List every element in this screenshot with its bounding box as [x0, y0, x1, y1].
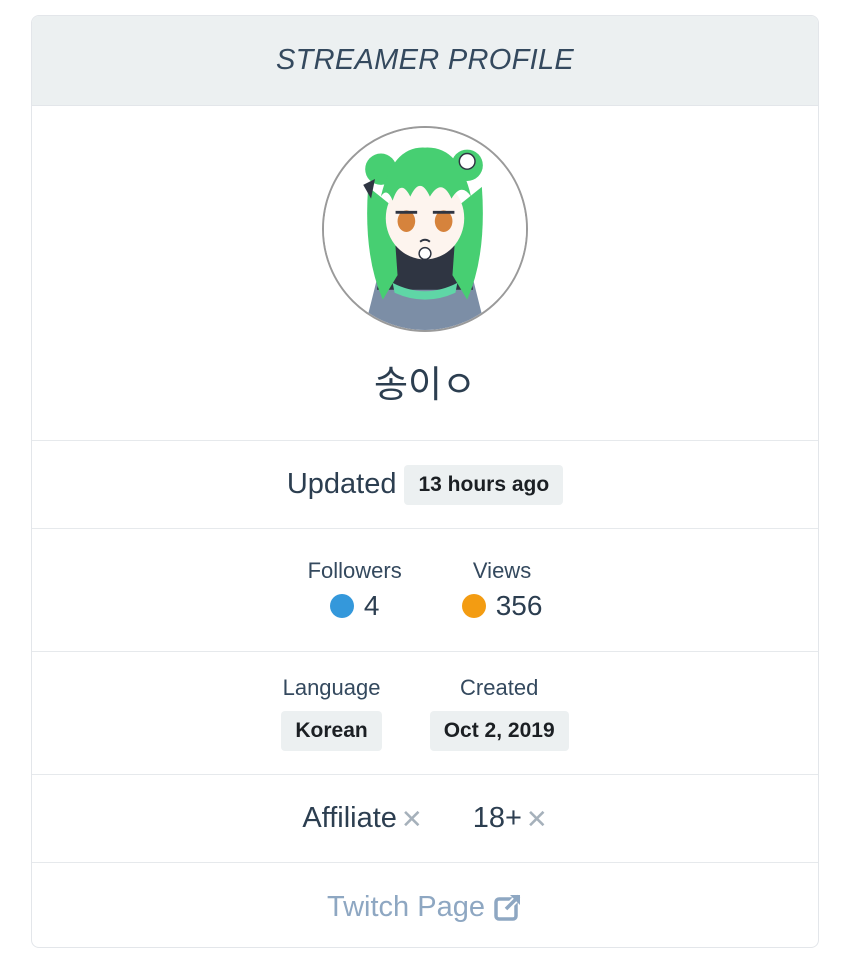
- views-dot-icon: [461, 594, 486, 618]
- language-meta: Language Korean: [281, 675, 382, 751]
- updated-row: Updated 13 hours ago: [32, 441, 818, 529]
- card-title: STREAMER PROFILE: [275, 44, 575, 76]
- language-badge: Korean: [281, 711, 382, 751]
- views-value-wrap: 356: [461, 590, 543, 622]
- streamer-name: 송이ㅇ: [373, 363, 477, 406]
- avatar: [322, 126, 528, 332]
- avatar-image: [324, 128, 526, 330]
- streamer-profile-card: STREAMER PROFILE 송이ㅇ Updated 13 hours ag…: [31, 15, 819, 948]
- mature-label: 18+: [472, 802, 522, 834]
- created-meta: Created Oct 2, 2019: [429, 675, 569, 751]
- affiliate-x-icon: ✕: [400, 803, 423, 834]
- created-badge: Oct 2, 2019: [429, 711, 569, 751]
- profile-section: 송이ㅇ: [32, 106, 818, 441]
- views-value: 356: [495, 590, 543, 621]
- updated-badge: 13 hours ago: [404, 464, 564, 505]
- views-label: Views: [472, 558, 532, 583]
- followers-value-wrap: 4: [329, 590, 380, 622]
- mature-x-icon: ✕: [525, 803, 548, 834]
- flags-row: Affiliate ✕ 18+ ✕: [32, 775, 818, 863]
- followers-value: 4: [363, 590, 380, 621]
- meta-row: Language Korean Created Oct 2, 2019: [32, 652, 818, 775]
- affiliate-label: Affiliate: [302, 802, 397, 834]
- twitch-page-label: Twitch Page: [327, 890, 485, 923]
- twitch-page-link[interactable]: Twitch Page: [327, 891, 523, 924]
- views-stat: Views 356: [461, 558, 543, 622]
- followers-stat: Followers 4: [308, 558, 402, 622]
- updated-label: Updated: [286, 468, 397, 500]
- affiliate-flag: Affiliate ✕: [302, 802, 422, 835]
- external-link-icon: [494, 892, 523, 921]
- created-label: Created: [460, 675, 539, 700]
- link-row: Twitch Page: [32, 863, 818, 947]
- followers-dot-icon: [329, 594, 354, 618]
- card-header: STREAMER PROFILE: [32, 16, 818, 106]
- followers-label: Followers: [307, 558, 402, 583]
- stats-row: Followers 4 Views 356: [32, 529, 818, 652]
- mature-flag: 18+ ✕: [473, 802, 548, 835]
- language-label: Language: [282, 675, 381, 700]
